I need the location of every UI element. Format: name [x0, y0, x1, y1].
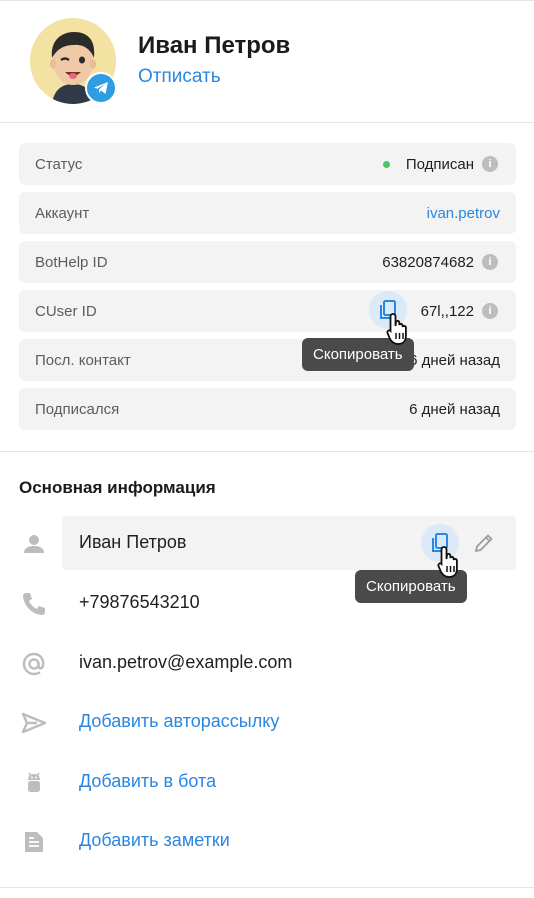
detail-row-bothelp-id: BotHelp ID 63820874682 i [19, 241, 516, 283]
android-bot-icon [28, 772, 40, 792]
edit-pencil-icon[interactable] [473, 532, 495, 554]
phone-row[interactable]: +79876543210 [0, 576, 534, 628]
detail-label: CUser ID [35, 303, 97, 320]
detail-row-subscribed: Подписался 6 дней назад [19, 388, 516, 430]
section-divider [0, 451, 534, 452]
at-sign-icon [22, 652, 45, 676]
profile-name: Иван Петров [138, 32, 291, 59]
phone-icon [23, 593, 45, 615]
cuser-id-value: 67l,,122 [420, 303, 474, 320]
hand-cursor-icon [437, 546, 458, 578]
bottom-divider [0, 887, 534, 888]
email-value: ivan.petrov@example.com [79, 652, 293, 672]
unsubscribe-link[interactable]: Отписать [138, 66, 221, 88]
status-value: Подписан [405, 156, 474, 173]
profile-header: Иван Петров Отписать [0, 0, 534, 123]
info-icon[interactable]: i [482, 303, 498, 319]
account-link[interactable]: ivan.petrov [427, 205, 500, 222]
detail-label: Посл. контакт [35, 352, 131, 369]
add-notes-link[interactable]: Добавить заметки [79, 830, 230, 851]
detail-label: Подписался [35, 401, 120, 418]
note-icon [25, 832, 43, 852]
detail-label: Статус [35, 156, 83, 173]
add-autocampaign-row[interactable]: Добавить авторассылку [0, 695, 534, 747]
add-to-bot-link[interactable]: Добавить в бота [79, 771, 216, 792]
telegram-icon [85, 72, 117, 104]
email-row[interactable]: ivan.petrov@example.com [0, 636, 534, 688]
person-icon [24, 535, 44, 553]
info-icon[interactable]: i [482, 156, 498, 172]
detail-row-status: Статус Подписан i [19, 143, 516, 185]
detail-row-account: Аккаунт ivan.petrov [19, 192, 516, 234]
detail-row-last-contact: Посл. контакт 6 дней назад [19, 339, 516, 381]
send-icon [21, 712, 47, 734]
info-icon[interactable]: i [482, 254, 498, 270]
name-value: Иван Петров [79, 532, 187, 552]
bothelp-id-value: 63820874682 [382, 254, 474, 271]
add-notes-row[interactable]: Добавить заметки [0, 814, 534, 866]
add-autocampaign-link[interactable]: Добавить авторассылку [79, 711, 279, 732]
add-to-bot-row[interactable]: Добавить в бота [0, 755, 534, 807]
details-list: Статус Подписан i Аккаунт ivan.petrov Bo… [19, 143, 516, 437]
detail-row-cuser-id: CUser ID 67l,,122 i [19, 290, 516, 332]
phone-value: +79876543210 [79, 592, 200, 612]
status-dot-icon [383, 161, 390, 168]
detail-label: Аккаунт [35, 205, 90, 222]
subscribed-value: 6 дней назад [409, 401, 500, 418]
detail-label: BotHelp ID [35, 254, 108, 271]
last-contact-value: 6 дней назад [409, 352, 500, 369]
hand-cursor-icon [386, 313, 407, 345]
section-title: Основная информация [19, 478, 216, 497]
